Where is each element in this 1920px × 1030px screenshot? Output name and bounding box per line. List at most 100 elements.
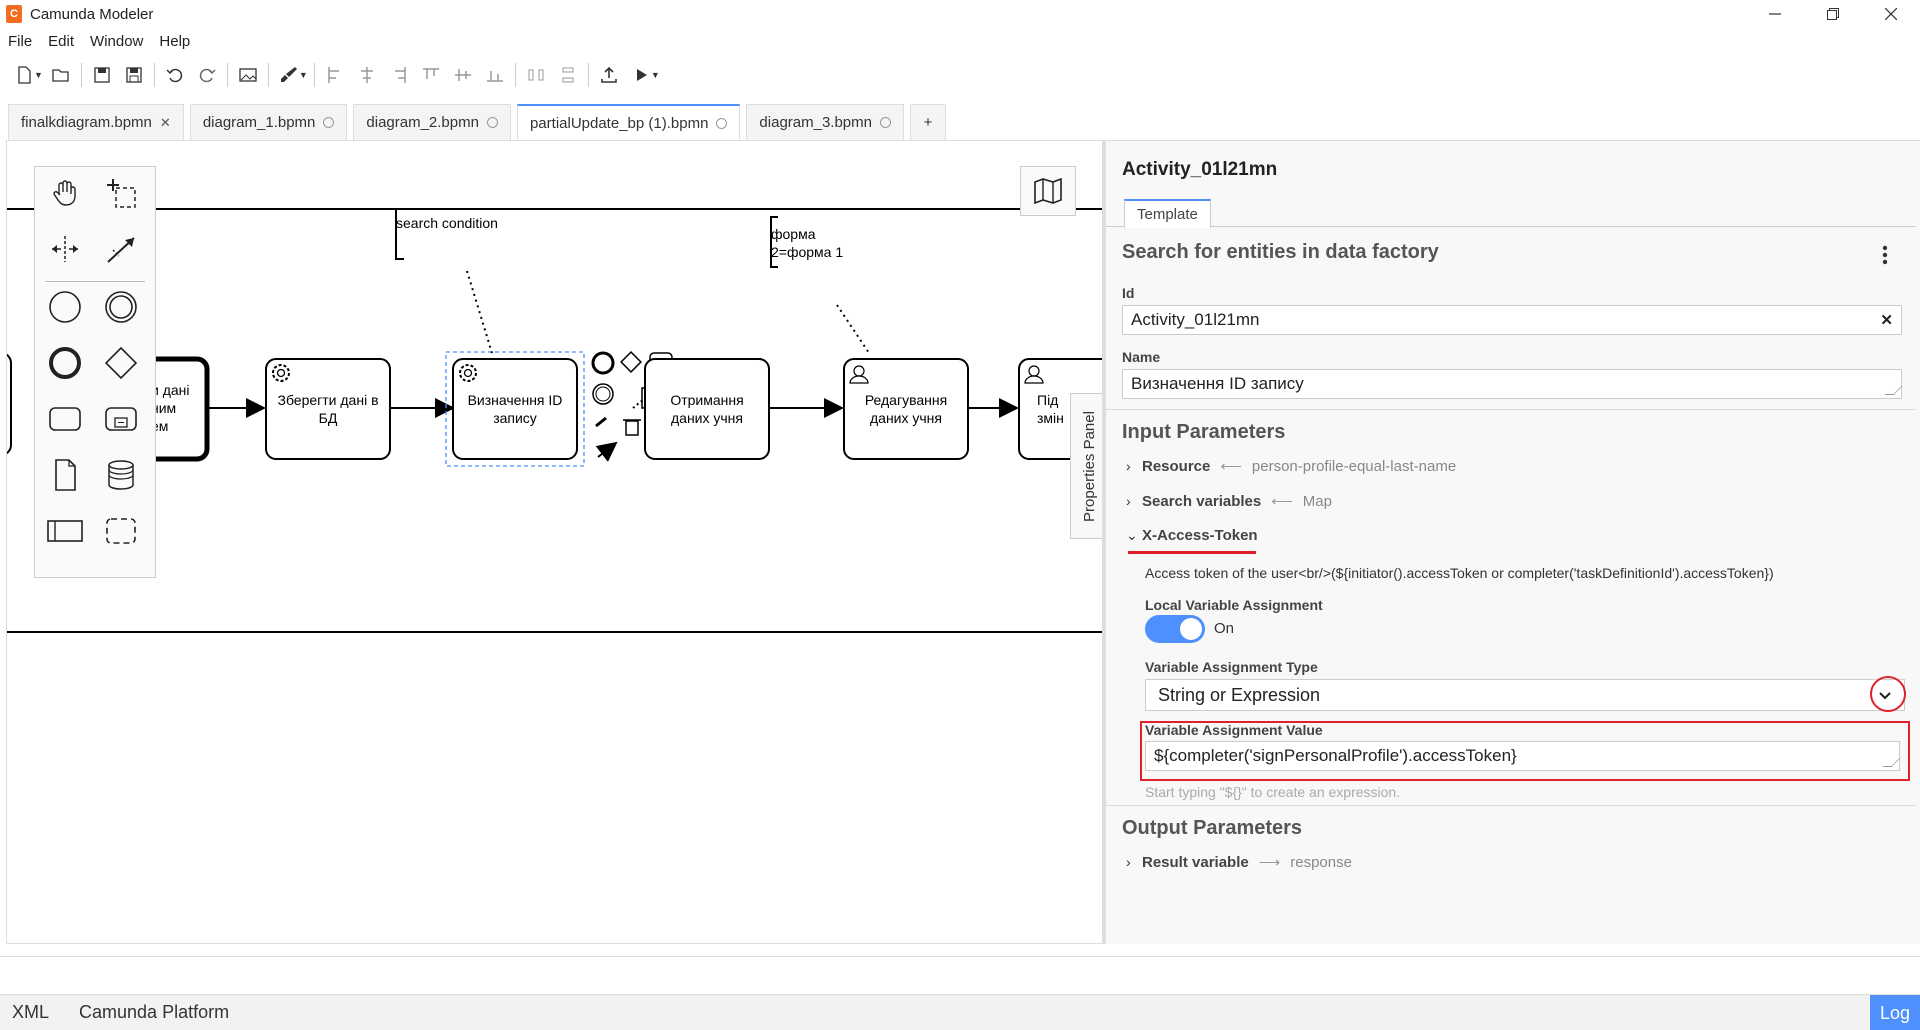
menu-file[interactable]: File	[0, 33, 40, 50]
deploy-button[interactable]	[593, 60, 625, 90]
minimize-button[interactable]	[1746, 0, 1804, 28]
append-gateway-icon[interactable]	[620, 351, 642, 373]
tab-diagram-1[interactable]: diagram_1.bpmn	[189, 104, 348, 140]
plus-icon: +	[923, 114, 933, 131]
template-menu-icon[interactable]	[1882, 245, 1888, 271]
variable-type-select[interactable]: String or Expression	[1145, 679, 1905, 711]
local-variable-toggle[interactable]	[1145, 615, 1205, 643]
close-icon	[1885, 8, 1897, 20]
minimize-icon	[1769, 13, 1781, 15]
export-image-button[interactable]	[232, 60, 264, 90]
distribute-horizontal-icon	[528, 69, 544, 81]
create-task-button[interactable]	[45, 399, 85, 439]
file-tabs: finalkdiagram.bpmn ✕ diagram_1.bpmn diag…	[0, 104, 1920, 140]
xml-button[interactable]: XML	[12, 1002, 49, 1023]
align-middle-button[interactable]	[447, 60, 479, 90]
wrench-icon[interactable]	[595, 416, 607, 428]
window-title: Camunda Modeler	[30, 5, 154, 23]
tab-label: diagram_2.bpmn	[366, 114, 479, 131]
create-end-event-button[interactable]	[45, 343, 85, 383]
annotation-association	[836, 304, 870, 354]
clear-icon[interactable]: ✕	[1880, 311, 1893, 329]
annotation-search-condition: search condition	[396, 215, 498, 231]
start-instance-dropdown-icon[interactable]: ▼	[651, 70, 660, 80]
close-tab-icon[interactable]: ✕	[160, 115, 171, 131]
append-intermediate-event-inner	[595, 386, 611, 402]
lasso-tool-button[interactable]	[101, 173, 141, 213]
restore-button[interactable]	[1804, 0, 1862, 28]
connect-icon[interactable]	[595, 441, 618, 462]
redo-button[interactable]	[191, 60, 223, 90]
bpmn-diagram[interactable]	[7, 141, 1102, 944]
append-end-event-icon[interactable]	[591, 351, 615, 375]
input-param-resource[interactable]: › Resource ⟵ person-profile-equal-last-n…	[1126, 457, 1456, 476]
tab-finalkdiagram[interactable]: finalkdiagram.bpmn ✕	[8, 104, 184, 140]
resize-handle-icon[interactable]	[1884, 386, 1903, 395]
name-field[interactable]: Визначення ID запису	[1122, 369, 1903, 399]
id-label: Id	[1122, 285, 1135, 301]
pool-icon	[47, 520, 83, 542]
create-gateway-button[interactable]	[101, 343, 141, 383]
upload-icon	[601, 66, 617, 83]
create-pool-button[interactable]	[45, 511, 85, 551]
unsaved-dot-icon[interactable]	[323, 117, 335, 128]
input-param-name: X-Access-Token	[1142, 527, 1258, 544]
align-bottom-button[interactable]	[479, 60, 511, 90]
tab-partial-update[interactable]: partialUpdate_bp (1).bpmn	[516, 104, 741, 140]
save-button[interactable]	[86, 60, 118, 90]
color-tool-dropdown-icon[interactable]: ▼	[299, 70, 308, 80]
minimap-toggle-button[interactable]	[1020, 166, 1076, 216]
close-window-button[interactable]	[1862, 0, 1920, 28]
unsaved-dot-icon[interactable]	[880, 117, 891, 128]
align-top-button[interactable]	[415, 60, 447, 90]
open-file-button[interactable]	[45, 60, 77, 90]
input-param-search-variables[interactable]: › Search variables ⟵ Map	[1126, 492, 1332, 511]
input-param-x-access-token[interactable]: ⌄ X-Access-Token	[1126, 527, 1258, 544]
input-param-name: Search variables	[1142, 492, 1262, 510]
align-right-button[interactable]	[383, 60, 415, 90]
align-center-button[interactable]	[351, 60, 383, 90]
create-intermediate-event-button[interactable]	[101, 287, 141, 327]
variable-value-label: Variable Assignment Value	[1145, 722, 1323, 738]
distribute-horizontal-button[interactable]	[520, 60, 552, 90]
output-parameters-title[interactable]: Output Parameters	[1122, 817, 1302, 840]
save-as-icon	[126, 67, 142, 83]
new-file-dropdown-icon[interactable]: ▼	[34, 70, 43, 80]
space-tool-button[interactable]	[45, 229, 85, 269]
undo-button[interactable]	[159, 60, 191, 90]
tab-template[interactable]: Template	[1124, 199, 1211, 228]
save-as-button[interactable]	[118, 60, 150, 90]
id-field[interactable]: Activity_01l21mn ✕	[1122, 305, 1902, 335]
log-button[interactable]: Log	[1870, 995, 1920, 1030]
create-start-event-button[interactable]	[45, 287, 85, 327]
resize-handle-icon[interactable]	[1882, 758, 1901, 767]
input-parameters-title[interactable]: Input Parameters	[1122, 421, 1285, 444]
engine-platform-button[interactable]: Camunda Platform	[79, 1002, 229, 1023]
create-data-store-button[interactable]	[101, 455, 141, 495]
global-connect-tool-button[interactable]	[101, 229, 141, 269]
variable-value-field[interactable]: ${completer('signPersonalProfile').acces…	[1145, 741, 1901, 771]
create-group-button[interactable]	[101, 511, 141, 551]
menu-edit[interactable]: Edit	[40, 33, 82, 50]
menu-window[interactable]: Window	[82, 33, 151, 50]
tab-diagram-3[interactable]: diagram_3.bpmn	[746, 104, 904, 140]
delete-icon[interactable]	[623, 419, 641, 436]
tab-diagram-2[interactable]: diagram_2.bpmn	[353, 104, 511, 140]
output-param-result-variable[interactable]: › Result variable ⟶ response	[1126, 853, 1352, 872]
hand-tool-button[interactable]	[45, 173, 85, 213]
properties-panel-toggle[interactable]: Properties Panel	[1070, 393, 1102, 539]
menu-help[interactable]: Help	[151, 33, 198, 50]
align-top-icon	[422, 68, 439, 79]
diagram-canvas[interactable]: search condition форма 2=форма 1 и дані …	[6, 140, 1102, 944]
create-subprocess-button[interactable]	[101, 399, 141, 439]
chevron-down-icon: ⌄	[1126, 527, 1138, 543]
partial-element-left[interactable]	[7, 353, 12, 455]
distribute-vertical-button[interactable]	[552, 60, 584, 90]
chevron-right-icon: ›	[1126, 493, 1131, 509]
unsaved-dot-icon[interactable]	[486, 117, 498, 128]
align-left-button[interactable]	[319, 60, 351, 90]
arrow-left-icon: ⟵	[1220, 458, 1242, 475]
unsaved-dot-icon[interactable]	[716, 117, 728, 129]
add-tab-button[interactable]: +	[910, 104, 946, 140]
create-data-object-button[interactable]	[45, 455, 85, 495]
